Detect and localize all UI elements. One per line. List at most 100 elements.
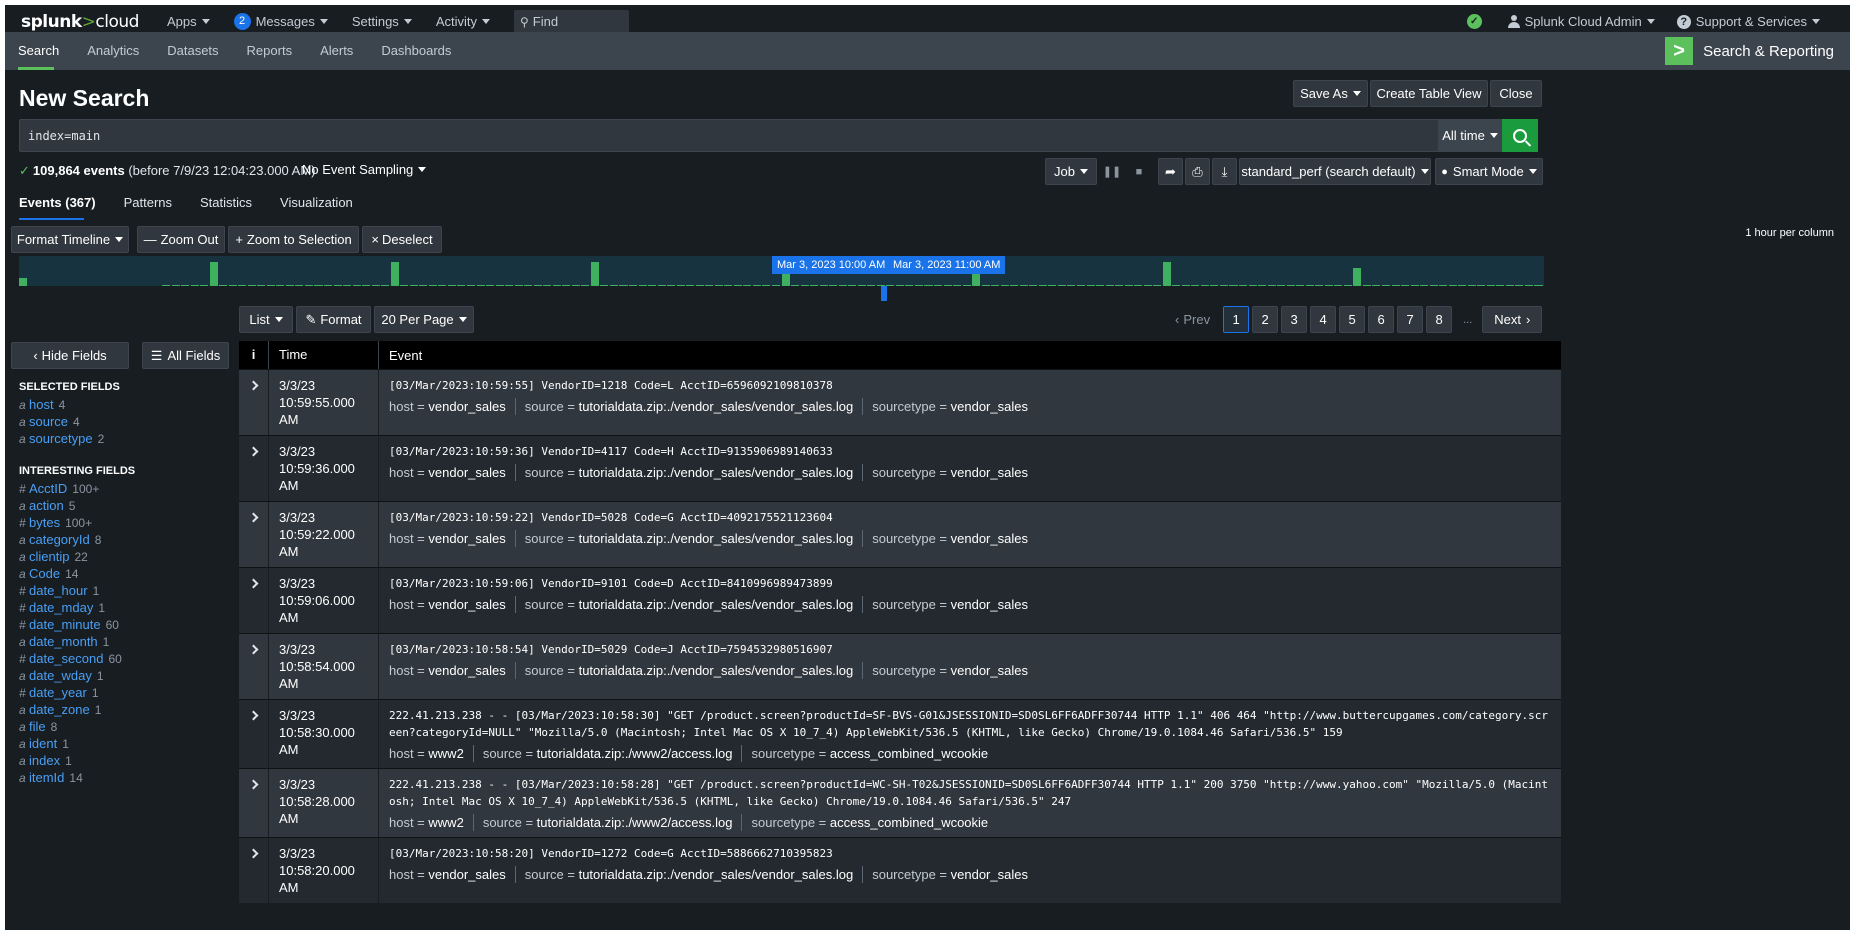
expand-row-button[interactable]	[239, 838, 269, 903]
expand-row-button[interactable]	[239, 700, 269, 768]
event-time[interactable]: 3/3/23 10:59:55.000 AM	[269, 370, 379, 435]
timeline-column[interactable]	[276, 285, 285, 286]
timeline-column[interactable]	[228, 285, 237, 286]
source-field[interactable]: source = tutorialdata.zip:./vendor_sales…	[525, 464, 864, 481]
field-item[interactable]: # date_mday 1	[19, 599, 122, 616]
page-3-button[interactable]: 3	[1281, 306, 1308, 333]
timeline-column[interactable]	[752, 285, 761, 286]
timeline-column[interactable]	[886, 285, 895, 286]
expand-row-button[interactable]	[239, 502, 269, 567]
page-5-button[interactable]: 5	[1339, 306, 1366, 333]
timeline-column[interactable]	[1362, 285, 1371, 286]
timeline-column[interactable]	[1458, 285, 1467, 286]
timeline-column[interactable]	[1105, 285, 1114, 286]
timeline-column[interactable]	[1486, 285, 1495, 286]
timeline-column[interactable]	[1229, 285, 1238, 286]
field-item[interactable]: # date_hour 1	[19, 582, 122, 599]
prev-page-button[interactable]: ‹ Prev	[1175, 312, 1210, 327]
share-icon[interactable]: ➦	[1158, 158, 1183, 185]
timeline-column[interactable]	[705, 285, 714, 286]
timeline-column[interactable]	[1515, 285, 1524, 286]
timeline-column[interactable]	[686, 285, 695, 286]
timeline-column[interactable]	[743, 285, 752, 286]
event-time[interactable]: 3/3/23 10:59:06.000 AM	[269, 568, 379, 633]
source-field[interactable]: source = tutorialdata.zip:./vendor_sales…	[525, 866, 864, 883]
timeline-column[interactable]	[266, 285, 275, 286]
host-field[interactable]: host = www2	[389, 745, 474, 762]
timeline-column[interactable]	[209, 262, 218, 286]
timeline-column[interactable]	[447, 285, 456, 286]
per-page-dropdown[interactable]: 20 Per Page	[374, 306, 474, 333]
tab-reports[interactable]: Reports	[247, 32, 307, 70]
expand-row-button[interactable]	[239, 769, 269, 837]
timeline-column[interactable]	[1334, 285, 1343, 286]
health-status-icon[interactable]: ✓	[1466, 14, 1482, 29]
search-query-input[interactable]: index=main	[19, 119, 1444, 152]
sourcetype-field[interactable]: sourcetype = vendor_sales	[872, 662, 1037, 679]
timeline-column[interactable]	[428, 285, 437, 286]
all-fields-button[interactable]: ☰ All Fields	[142, 342, 229, 369]
tab-dashboards[interactable]: Dashboards	[381, 32, 465, 70]
timeline-column[interactable]	[895, 285, 904, 286]
timeline-column[interactable]	[1124, 285, 1133, 286]
timeline-column[interactable]	[762, 285, 771, 286]
list-view-dropdown[interactable]: List	[239, 306, 293, 333]
hide-fields-button[interactable]: ‹ Hide Fields	[11, 342, 129, 369]
timeline-column[interactable]	[1143, 285, 1152, 286]
field-item[interactable]: a date_zone 1	[19, 701, 122, 718]
tab-datasets[interactable]: Datasets	[167, 32, 232, 70]
source-field[interactable]: source = tutorialdata.zip:./vendor_sales…	[525, 530, 864, 547]
timeline-column[interactable]	[991, 285, 1000, 286]
page-1-button[interactable]: 1	[1223, 306, 1250, 333]
timeline-column[interactable]	[400, 285, 409, 286]
support-menu[interactable]: ? Support & Services	[1676, 14, 1820, 29]
sourcetype-field[interactable]: sourcetype = access_combined_wcookie	[751, 814, 997, 831]
timeline-selection-handle[interactable]	[881, 286, 887, 301]
timeline-column[interactable]	[1219, 285, 1228, 286]
timeline-column[interactable]	[1019, 285, 1028, 286]
create-table-view-button[interactable]: Create Table View	[1370, 80, 1488, 107]
timeline-column[interactable]	[171, 285, 180, 286]
timeline-column[interactable]	[314, 285, 323, 286]
timeline-column[interactable]	[1505, 285, 1514, 286]
zoom-to-selection-button[interactable]: + Zoom to Selection	[228, 226, 359, 253]
timeline-column[interactable]	[600, 285, 609, 286]
messages-menu[interactable]: 2 Messages	[233, 13, 328, 30]
deselect-button[interactable]: × Deselect	[362, 226, 442, 253]
timeline-column[interactable]	[1315, 285, 1324, 286]
timeline-column[interactable]	[409, 285, 418, 286]
field-item[interactable]: a host 4	[19, 396, 104, 413]
timeline-column[interactable]	[819, 285, 828, 286]
event-raw-text[interactable]: [03/Mar/2023:10:59:55] VendorID=1218 Cod…	[389, 377, 1551, 394]
event-sampling-dropdown[interactable]: No Event Sampling	[302, 162, 427, 177]
timeline-column[interactable]	[905, 285, 914, 286]
user-menu[interactable]: Splunk Cloud Admin	[1507, 14, 1655, 29]
job-menu[interactable]: Job	[1045, 158, 1097, 185]
timeline-column[interactable]	[781, 274, 790, 286]
tab-search[interactable]: Search	[18, 32, 73, 70]
host-field[interactable]: host = vendor_sales	[389, 662, 516, 679]
tab-analytics[interactable]: Analytics	[87, 32, 153, 70]
timeline-column[interactable]	[1172, 285, 1181, 286]
tab-statistics[interactable]: Statistics	[200, 194, 252, 220]
timeline-column[interactable]	[543, 285, 552, 286]
timeline-column[interactable]	[581, 285, 590, 286]
timeline-column[interactable]	[562, 285, 571, 286]
field-item[interactable]: a date_wday 1	[19, 667, 122, 684]
field-item[interactable]: # date_second 60	[19, 650, 122, 667]
format-timeline-button[interactable]: Format Timeline	[11, 226, 129, 253]
timeline-column[interactable]	[1115, 285, 1124, 286]
timeline-column[interactable]	[867, 285, 876, 286]
timeline-column[interactable]	[1010, 285, 1019, 286]
timeline-column[interactable]	[1267, 285, 1276, 286]
timeline-column[interactable]	[476, 285, 485, 286]
timeline-column[interactable]	[1353, 268, 1362, 286]
page-2-button[interactable]: 2	[1252, 306, 1279, 333]
timeline-column[interactable]	[219, 285, 228, 286]
timeline-column[interactable]	[1000, 285, 1009, 286]
field-item[interactable]: # AcctID 100+	[19, 480, 122, 497]
activity-menu[interactable]: Activity	[436, 14, 490, 29]
timeline-column[interactable]	[200, 285, 209, 286]
timeline-column[interactable]	[1429, 285, 1438, 286]
timeline-column[interactable]	[533, 285, 542, 286]
